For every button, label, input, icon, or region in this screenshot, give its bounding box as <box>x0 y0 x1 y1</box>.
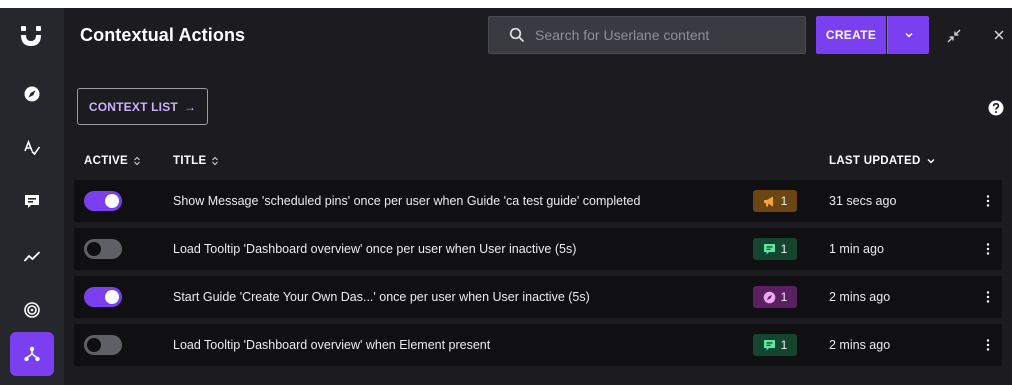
message-count-badge: 1 <box>753 190 797 212</box>
context-list-label: CONTEXT LIST <box>88 99 178 114</box>
sidebar-item-guides[interactable] <box>10 72 54 116</box>
search-box[interactable] <box>488 16 806 54</box>
column-header-last-updated[interactable]: LAST UPDATED <box>829 155 936 167</box>
speech-bubble-icon <box>763 243 775 254</box>
userlane-logo-icon[interactable] <box>18 24 44 48</box>
close-icon[interactable] <box>992 28 1006 42</box>
page-title: Contextual Actions <box>80 25 246 45</box>
minimize-icon[interactable] <box>946 28 962 44</box>
action-title: Start Guide 'Create Your Own Das...' onc… <box>173 290 590 304</box>
action-title: Load Tooltip 'Dashboard overview' once p… <box>173 242 577 256</box>
hierarchy-icon <box>24 346 40 362</box>
main-panel: Contextual Actions CREATE <box>64 8 1012 385</box>
spell-check-icon <box>24 139 41 156</box>
header: Contextual Actions CREATE <box>64 8 1012 64</box>
active-toggle[interactable] <box>84 191 122 211</box>
toggle-knob <box>87 338 101 352</box>
app-window: Contextual Actions CREATE <box>0 0 1012 385</box>
more-options-icon[interactable] <box>980 241 996 257</box>
last-updated-value: 2 mins ago <box>829 338 891 352</box>
megaphone-icon <box>763 196 773 206</box>
speech-bubble-icon <box>763 339 775 350</box>
chevron-down-icon <box>927 159 935 164</box>
active-toggle[interactable] <box>84 287 122 307</box>
context-list-button[interactable]: CONTEXT LIST → <box>77 88 208 125</box>
create-button[interactable]: CREATE <box>816 16 886 54</box>
active-toggle[interactable] <box>84 335 122 355</box>
arrow-right-icon: → <box>183 99 197 114</box>
table-header: ACTIVE TITLE LAST UPDATED <box>74 146 1002 176</box>
toolbar: CONTEXT LIST → <box>64 64 1012 146</box>
sidebar-item-contextual-actions[interactable] <box>10 332 54 376</box>
sidebar-item-targeting[interactable] <box>10 288 54 332</box>
sidebar-item-spellcheck[interactable] <box>10 126 54 170</box>
target-icon <box>24 302 40 318</box>
guide-count-badge: 1 <box>753 286 797 308</box>
sidebar <box>0 8 64 385</box>
compass-icon <box>24 86 40 102</box>
column-header-active[interactable]: ACTIVE <box>84 155 141 167</box>
compass-icon <box>763 291 775 303</box>
action-title: Show Message 'scheduled pins' once per u… <box>173 194 641 208</box>
chevron-down-icon <box>904 32 913 38</box>
trend-icon <box>23 251 41 262</box>
tooltip-count-badge: 1 <box>753 334 797 356</box>
tooltip-count-badge: 1 <box>753 238 797 260</box>
sidebar-item-analytics[interactable] <box>10 234 54 278</box>
help-icon[interactable] <box>988 100 1004 116</box>
more-options-icon[interactable] <box>980 193 996 209</box>
more-options-icon[interactable] <box>980 289 996 305</box>
table-row[interactable]: Load Tooltip 'Dashboard overview' once p… <box>74 228 1002 270</box>
sort-icon <box>212 156 219 166</box>
speech-bubble-icon <box>25 195 39 208</box>
column-header-title[interactable]: TITLE <box>173 155 219 167</box>
more-options-icon[interactable] <box>980 337 996 353</box>
table-row[interactable]: Start Guide 'Create Your Own Das...' onc… <box>74 276 1002 318</box>
table-row[interactable]: Show Message 'scheduled pins' once per u… <box>74 180 1002 222</box>
toggle-knob <box>105 290 119 304</box>
action-title: Load Tooltip 'Dashboard overview' when E… <box>173 338 491 352</box>
table-row[interactable]: Load Tooltip 'Dashboard overview' when E… <box>74 324 1002 366</box>
search-icon <box>509 27 525 43</box>
last-updated-value: 1 min ago <box>829 242 884 256</box>
last-updated-value: 2 mins ago <box>829 290 891 304</box>
active-toggle[interactable] <box>84 239 122 259</box>
sidebar-item-messages[interactable] <box>10 180 54 224</box>
sort-icon <box>134 156 140 166</box>
toggle-knob <box>105 194 119 208</box>
last-updated-value: 31 secs ago <box>829 194 897 208</box>
contextual-actions-table: ACTIVE TITLE LAST UPDATED Show Message '… <box>74 146 1002 372</box>
search-input[interactable] <box>535 27 795 43</box>
toggle-knob <box>87 242 101 256</box>
create-dropdown-button[interactable] <box>887 16 929 54</box>
